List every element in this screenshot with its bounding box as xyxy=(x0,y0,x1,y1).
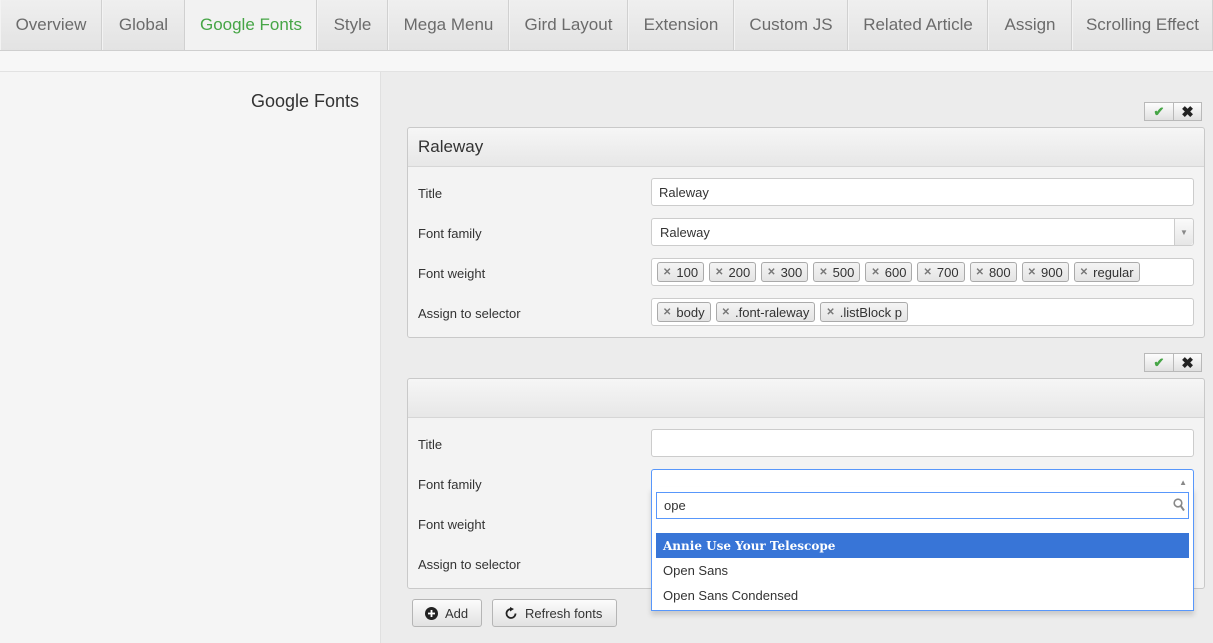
weight-tag-label: 800 xyxy=(988,265,1011,280)
weight-tag-label: 300 xyxy=(780,265,803,280)
font1-weight-tags[interactable]: ✕ 100 ✕ 200 ✕ 300 ✕ 500 ✕ 600 ✕ 700 ✕ 800 ✕ 900 … xyxy=(651,258,1194,286)
refresh-icon xyxy=(505,606,517,619)
font-search-input[interactable] xyxy=(656,492,1189,519)
font1-panel: Raleway Title Raleway Font family Ralewa… xyxy=(407,127,1205,338)
remove-tag-icon[interactable]: ✕ xyxy=(819,267,827,278)
assign-selector-label: Assign to selector xyxy=(418,306,521,321)
tab-extension[interactable]: Extension xyxy=(628,0,734,50)
section-title: Google Fonts xyxy=(250,91,359,111)
remove-tag-icon[interactable]: ✕ xyxy=(767,267,775,278)
weight-tag-label: 600 xyxy=(884,265,907,280)
assign-selector-label: Assign to selector xyxy=(418,557,521,572)
plus-circle-icon xyxy=(425,606,438,620)
tab-mega-menu[interactable]: Mega Menu xyxy=(388,0,509,50)
selector-tag-label: .listBlock p xyxy=(839,305,902,320)
font2-heading xyxy=(408,379,1204,418)
tab-global[interactable]: Global xyxy=(102,0,185,50)
refresh-button-label: Refresh fonts xyxy=(525,605,603,621)
tab-gird-layout[interactable]: Gird Layout xyxy=(509,0,628,50)
settings-label-column: Google Fonts xyxy=(0,72,381,643)
weight-tag: ✕ 200 xyxy=(709,262,757,282)
font1-selector-tags[interactable]: ✕ body ✕ .font-raleway ✕ .listBlock p xyxy=(651,298,1194,326)
chevron-up-icon[interactable]: ▲ xyxy=(1179,478,1187,487)
refresh-fonts-button[interactable]: Refresh fonts xyxy=(492,599,617,627)
selector-tag: ✕ .font-raleway xyxy=(715,302,816,322)
font2-remove-button[interactable]: ✖ xyxy=(1173,353,1202,372)
remove-tag-icon[interactable]: ✕ xyxy=(722,307,730,318)
close-icon: ✖ xyxy=(1181,103,1194,121)
remove-tag-icon[interactable]: ✕ xyxy=(715,267,723,278)
remove-tag-icon[interactable]: ✕ xyxy=(826,307,834,318)
font-family-dropdown: Annie Use Your Telescope Open Sans Open … xyxy=(651,487,1194,611)
tab-style[interactable]: Style xyxy=(317,0,388,50)
weight-tag: ✕ 300 xyxy=(761,262,809,282)
font2-title-row: Title xyxy=(408,429,1204,459)
tab-overview[interactable]: Overview xyxy=(0,0,102,50)
font1-actions: ✔ ✖ xyxy=(1144,102,1202,121)
result-item[interactable]: Open Sans Condensed xyxy=(656,583,1189,608)
title-label: Title xyxy=(418,186,443,201)
font1-family-value: Raleway xyxy=(660,225,710,240)
weight-tag: ✕ 700 xyxy=(917,262,965,282)
font1-title-row: Title Raleway xyxy=(408,178,1204,208)
weight-tag-label: 200 xyxy=(728,265,751,280)
tab-bar: Overview Global Google Fonts Style Mega … xyxy=(0,0,1213,51)
check-icon: ✔ xyxy=(1153,103,1165,119)
weight-tag-label: 700 xyxy=(936,265,959,280)
remove-tag-icon[interactable]: ✕ xyxy=(1028,267,1036,278)
weight-tag: ✕ 500 xyxy=(813,262,861,282)
selector-tag-label: body xyxy=(676,305,705,320)
remove-tag-icon[interactable]: ✕ xyxy=(663,267,671,278)
font2-actions: ✔ ✖ xyxy=(1144,353,1202,372)
tab-custom-js[interactable]: Custom JS xyxy=(734,0,848,50)
search-icon xyxy=(1173,498,1185,512)
weight-tag: ✕ 100 xyxy=(657,262,705,282)
weight-tag: ✕ regular xyxy=(1073,262,1140,282)
weight-tag: ✕ 900 xyxy=(1021,262,1069,282)
font-family-label: Font family xyxy=(418,226,482,241)
font1-weight-row: Font weight ✕ 100 ✕ 200 ✕ 300 ✕ 500 ✕ 600 ✕ 70… xyxy=(408,258,1204,288)
remove-tag-icon[interactable]: ✕ xyxy=(663,307,671,318)
remove-tag-icon[interactable]: ✕ xyxy=(976,267,984,278)
remove-tag-icon[interactable]: ✕ xyxy=(923,267,931,278)
font2-title-input[interactable] xyxy=(651,429,1194,457)
title-label: Title xyxy=(418,437,443,452)
font1-save-button[interactable]: ✔ xyxy=(1144,102,1174,121)
font-weight-label: Font weight xyxy=(418,266,486,281)
chevron-down-icon[interactable]: ▼ xyxy=(1174,219,1193,245)
add-button-label: Add xyxy=(445,605,469,621)
font1-remove-button[interactable]: ✖ xyxy=(1173,102,1202,121)
selector-tag-label: .font-raleway xyxy=(734,305,810,320)
font-weight-label: Font weight xyxy=(418,517,486,532)
font-results-list: Annie Use Your Telescope Open Sans Open … xyxy=(656,533,1189,608)
tab-related-article[interactable]: Related Article xyxy=(848,0,988,50)
close-icon: ✖ xyxy=(1181,354,1194,372)
weight-tag: ✕ 800 xyxy=(969,262,1017,282)
result-item-highlighted[interactable]: Annie Use Your Telescope xyxy=(656,533,1189,558)
weight-tag: ✕ 600 xyxy=(865,262,913,282)
selector-tag: ✕ .listBlock p xyxy=(820,302,908,322)
tab-assign[interactable]: Assign xyxy=(988,0,1072,50)
tab-scrolling-effect[interactable]: Scrolling Effect xyxy=(1072,0,1213,50)
font1-family-select[interactable]: Raleway ▼ xyxy=(651,218,1194,246)
result-item[interactable]: Open Sans xyxy=(656,558,1189,583)
font1-family-row: Font family Raleway ▼ xyxy=(408,218,1204,248)
tab-content-band xyxy=(0,51,1213,72)
weight-tag-label: 900 xyxy=(1041,265,1063,280)
tab-google-fonts[interactable]: Google Fonts xyxy=(185,0,317,50)
font-family-label: Font family xyxy=(418,477,482,492)
weight-tag-label: regular xyxy=(1093,265,1134,280)
weight-tag-label: 500 xyxy=(832,265,855,280)
check-icon: ✔ xyxy=(1153,354,1165,370)
weight-tag-label: 100 xyxy=(676,265,699,280)
add-button[interactable]: Add xyxy=(412,599,482,627)
font1-title-input[interactable]: Raleway xyxy=(651,178,1194,206)
remove-tag-icon[interactable]: ✕ xyxy=(1080,267,1088,278)
font1-heading: Raleway xyxy=(408,128,1204,167)
font1-selector-row: Assign to selector ✕ body ✕ .font-raleway … xyxy=(408,298,1204,328)
font2-save-button[interactable]: ✔ xyxy=(1144,353,1174,372)
remove-tag-icon[interactable]: ✕ xyxy=(871,267,879,278)
selector-tag: ✕ body xyxy=(657,302,711,322)
